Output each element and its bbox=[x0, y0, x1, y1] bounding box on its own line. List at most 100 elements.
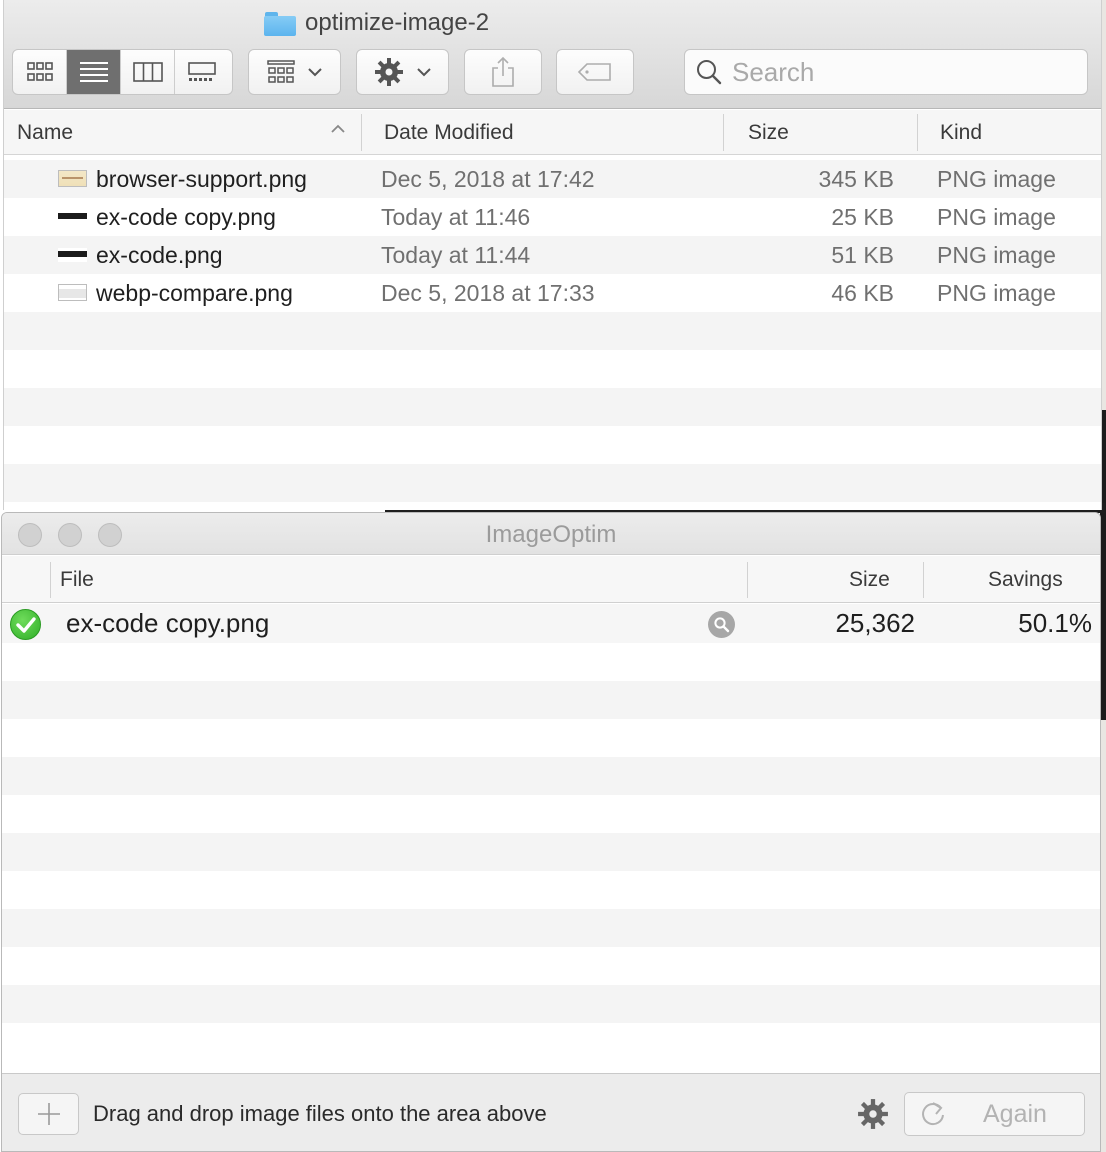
column-divider[interactable] bbox=[747, 562, 748, 598]
empty-row bbox=[4, 502, 1101, 510]
finder-column-header: Name Date Modified Size Kind bbox=[4, 110, 1101, 155]
imageoptim-footer: Drag and drop image files onto the area … bbox=[2, 1073, 1100, 1151]
imageoptim-column-header: File Size Savings bbox=[2, 556, 1100, 603]
share-button[interactable] bbox=[464, 49, 542, 95]
column-header-name[interactable]: Name bbox=[17, 110, 73, 155]
folder-icon bbox=[264, 10, 296, 36]
empty-row bbox=[2, 757, 1100, 795]
column-divider[interactable] bbox=[723, 114, 724, 151]
sort-ascending-icon bbox=[331, 124, 345, 133]
image-thumbnail-icon bbox=[58, 210, 87, 224]
plus-icon bbox=[37, 1103, 60, 1125]
empty-row bbox=[2, 681, 1100, 719]
imageoptim-file-list: ex-code copy.png 25,362 50.1% bbox=[2, 604, 1100, 1061]
group-grid-icon bbox=[266, 60, 295, 83]
preferences-gear-icon[interactable] bbox=[857, 1098, 889, 1135]
file-size: 51 KB bbox=[831, 241, 894, 268]
imageoptim-window: ImageOptim File Size Savings ex-code cop… bbox=[1, 512, 1101, 1152]
again-button[interactable]: Again bbox=[904, 1092, 1085, 1136]
empty-row bbox=[2, 985, 1100, 1023]
empty-row bbox=[2, 909, 1100, 947]
file-row[interactable]: ex-code copy.png Today at 11:46 25 KB PN… bbox=[4, 198, 1101, 236]
window-title: optimize-image-2 bbox=[264, 6, 489, 40]
imageoptim-titlebar: ImageOptim bbox=[2, 513, 1100, 555]
column-divider[interactable] bbox=[923, 562, 924, 598]
finder-file-list: browser-support.png Dec 5, 2018 at 17:42… bbox=[4, 160, 1101, 510]
file-row[interactable]: ex-code.png Today at 11:44 51 KB PNG ima… bbox=[4, 236, 1101, 274]
gallery-icon bbox=[188, 62, 216, 81]
column-divider[interactable] bbox=[50, 562, 51, 598]
file-name: browser-support.png bbox=[96, 165, 307, 192]
file-kind: PNG image bbox=[937, 279, 1056, 306]
search-input[interactable] bbox=[732, 56, 1062, 88]
column-view-button[interactable] bbox=[121, 50, 175, 94]
tag-icon bbox=[577, 63, 611, 81]
success-check-icon bbox=[10, 609, 41, 640]
column-header-date[interactable]: Date Modified bbox=[384, 110, 514, 155]
file-kind: PNG image bbox=[937, 203, 1056, 230]
drag-drop-hint: Drag and drop image files onto the area … bbox=[93, 1101, 547, 1126]
search-field[interactable] bbox=[684, 49, 1088, 95]
search-icon bbox=[697, 60, 722, 85]
file-date: Today at 11:44 bbox=[381, 241, 531, 268]
image-thumbnail-icon bbox=[58, 284, 87, 301]
again-label: Again bbox=[983, 1099, 1047, 1128]
chevron-down-icon bbox=[307, 68, 322, 77]
empty-row bbox=[2, 871, 1100, 909]
file-name: webp-compare.png bbox=[96, 279, 293, 306]
empty-row bbox=[2, 833, 1100, 871]
group-by-button[interactable] bbox=[248, 49, 341, 95]
file-date: Dec 5, 2018 at 17:42 bbox=[381, 165, 595, 192]
add-files-button[interactable] bbox=[18, 1093, 79, 1135]
file-row[interactable]: browser-support.png Dec 5, 2018 at 17:42… bbox=[4, 160, 1101, 198]
file-name: ex-code copy.png bbox=[96, 203, 276, 230]
gallery-view-button[interactable] bbox=[175, 50, 229, 94]
file-kind: PNG image bbox=[937, 241, 1056, 268]
optimized-file-savings: 50.1% bbox=[1018, 608, 1092, 638]
view-mode-control bbox=[12, 49, 233, 95]
empty-row bbox=[4, 426, 1101, 464]
empty-row bbox=[2, 719, 1100, 757]
column-header-size[interactable]: Size bbox=[849, 556, 890, 603]
file-size: 25 KB bbox=[831, 203, 894, 230]
column-header-size[interactable]: Size bbox=[748, 110, 789, 155]
file-name: ex-code.png bbox=[96, 241, 223, 268]
column-divider[interactable] bbox=[361, 114, 362, 151]
reveal-magnifier-icon[interactable] bbox=[708, 611, 735, 638]
finder-toolbar: optimize-image-2 bbox=[4, 0, 1101, 109]
image-thumbnail-icon bbox=[58, 170, 87, 187]
list-icon bbox=[79, 62, 108, 82]
tags-button[interactable] bbox=[556, 49, 634, 95]
columns-icon bbox=[132, 62, 163, 82]
chevron-down-icon bbox=[416, 68, 431, 77]
icon-grid-icon bbox=[26, 62, 53, 81]
action-menu-button[interactable] bbox=[356, 49, 449, 95]
optimized-file-size: 25,362 bbox=[835, 608, 915, 638]
file-date: Today at 11:46 bbox=[381, 203, 531, 230]
gear-icon bbox=[374, 58, 403, 86]
empty-row bbox=[4, 312, 1101, 350]
list-view-button[interactable] bbox=[67, 50, 121, 94]
empty-row bbox=[4, 464, 1101, 502]
column-header-kind[interactable]: Kind bbox=[940, 110, 982, 155]
refresh-icon bbox=[922, 1102, 944, 1126]
optimized-file-row[interactable]: ex-code copy.png 25,362 50.1% bbox=[2, 604, 1100, 643]
empty-row bbox=[4, 350, 1101, 388]
file-row[interactable]: webp-compare.png Dec 5, 2018 at 17:33 46… bbox=[4, 274, 1101, 312]
finder-window: optimize-image-2 Search Name Date Modifi… bbox=[3, 0, 1102, 510]
column-header-savings[interactable]: Savings bbox=[988, 556, 1063, 603]
file-date: Dec 5, 2018 at 17:33 bbox=[381, 279, 595, 306]
optimized-file-name: ex-code copy.png bbox=[66, 608, 270, 638]
empty-row bbox=[4, 388, 1101, 426]
file-size: 46 KB bbox=[831, 279, 894, 306]
empty-row bbox=[2, 795, 1100, 833]
imageoptim-title: ImageOptim bbox=[485, 521, 617, 548]
image-thumbnail-icon bbox=[58, 248, 87, 262]
empty-row bbox=[2, 643, 1100, 681]
column-divider[interactable] bbox=[917, 114, 918, 151]
empty-row bbox=[2, 947, 1100, 985]
icon-view-button[interactable] bbox=[13, 50, 67, 94]
column-header-file[interactable]: File bbox=[60, 556, 94, 603]
empty-row bbox=[2, 1023, 1100, 1061]
file-size: 345 KB bbox=[818, 165, 894, 192]
